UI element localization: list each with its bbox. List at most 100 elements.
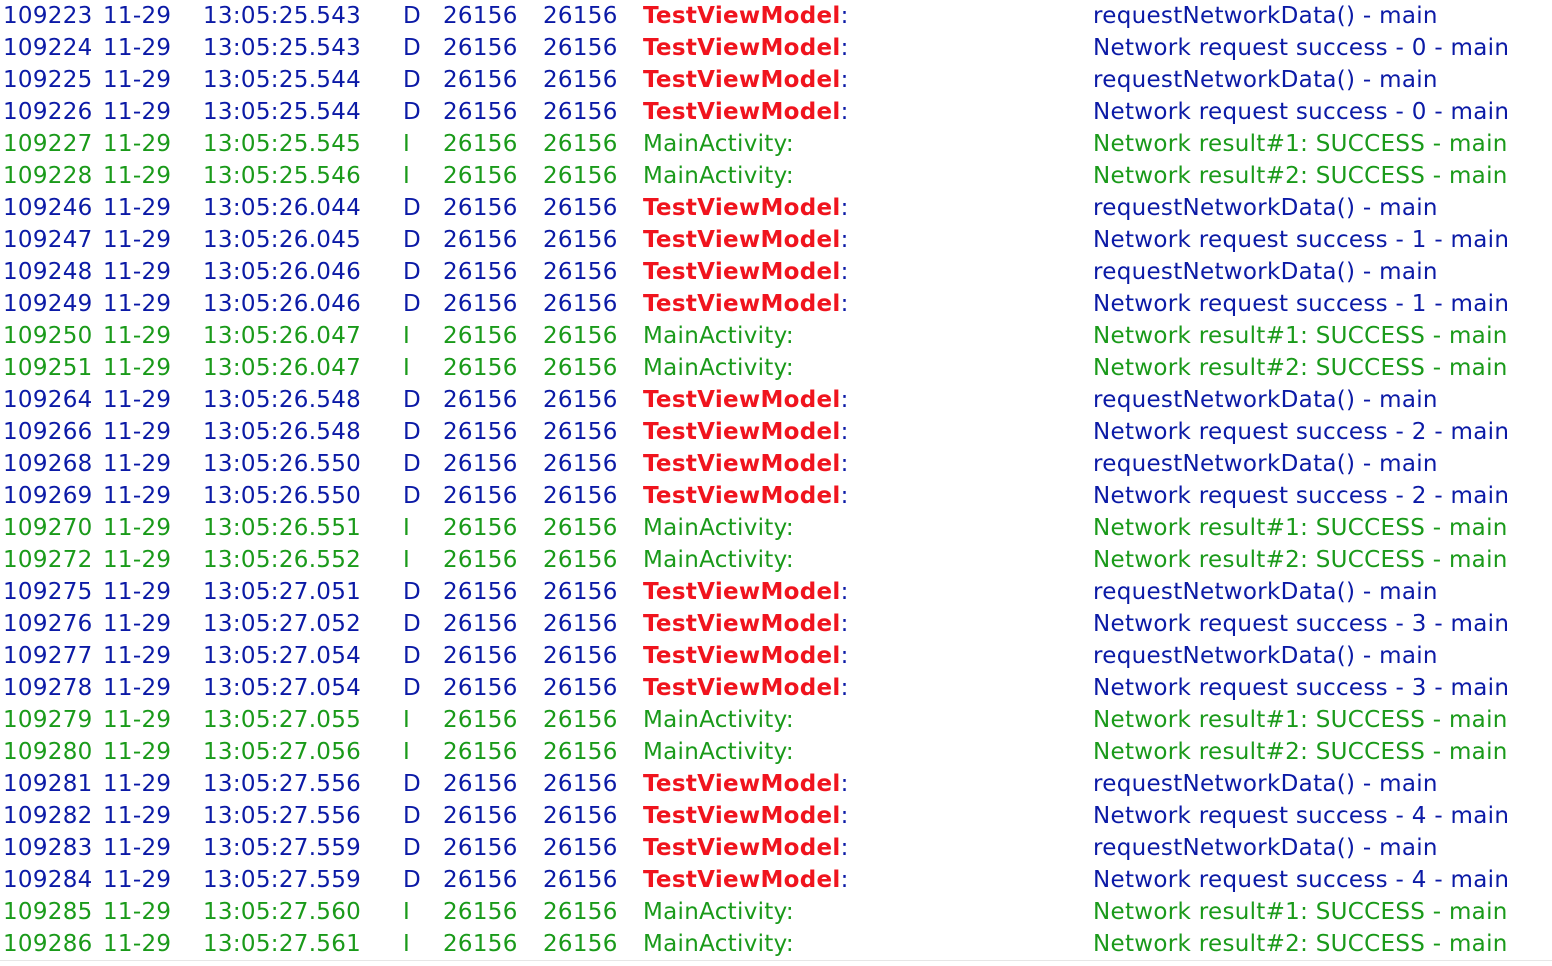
log-tag: MainActivity: <box>643 544 794 576</box>
log-level: D <box>403 643 422 669</box>
log-pid: 26156 <box>443 579 518 605</box>
log-tid: 26156 <box>543 259 618 285</box>
log-level: I <box>403 323 411 349</box>
log-time: 13:05:27.056 <box>203 739 362 765</box>
log-row[interactable]: 109275 11-29 13:05:27.051 D 26156 26156 TestVi… <box>0 576 1552 608</box>
logcat-output[interactable]: 109223 11-29 13:05:25.543 D 26156 26156 TestVi… <box>0 0 1552 960</box>
log-row[interactable]: 109268 11-29 13:05:26.550 D 26156 26156 TestVi… <box>0 448 1552 480</box>
log-id: 109225 <box>3 67 93 93</box>
log-date: 11-29 <box>103 35 172 61</box>
log-pid: 26156 <box>443 99 518 125</box>
log-id: 109270 <box>3 515 93 541</box>
log-tag: TestViewModel: <box>643 768 849 800</box>
log-row[interactable]: 109225 11-29 13:05:25.544 D 26156 26156 TestVi… <box>0 64 1552 96</box>
log-row[interactable]: 109224 11-29 13:05:25.543 D 26156 26156 TestVi… <box>0 32 1552 64</box>
log-tag-name: TestViewModel <box>643 643 841 669</box>
log-row[interactable]: 109264 11-29 13:05:26.548 D 26156 26156 TestVi… <box>0 384 1552 416</box>
log-row[interactable]: 109286 11-29 13:05:27.561 I 26156 26156 MainAc… <box>0 928 1552 960</box>
log-id: 109251 <box>3 355 93 381</box>
log-pid: 26156 <box>443 643 518 669</box>
log-row[interactable]: 109281 11-29 13:05:27.556 D 26156 26156 TestVi… <box>0 768 1552 800</box>
log-level: D <box>403 835 422 861</box>
log-message: Network request success - 2 - main <box>1093 483 1510 509</box>
log-row[interactable]: 109251 11-29 13:05:26.047 I 26156 26156 MainAc… <box>0 352 1552 384</box>
log-row[interactable]: 109250 11-29 13:05:26.047 I 26156 26156 MainAc… <box>0 320 1552 352</box>
log-row[interactable]: 109227 11-29 13:05:25.545 I 26156 26156 MainAc… <box>0 128 1552 160</box>
log-row[interactable]: 109277 11-29 13:05:27.054 D 26156 26156 TestVi… <box>0 640 1552 672</box>
log-tid: 26156 <box>543 803 618 829</box>
log-message: Network request success - 0 - main <box>1093 99 1510 125</box>
log-tid: 26156 <box>543 515 618 541</box>
log-row[interactable]: 109269 11-29 13:05:26.550 D 26156 26156 TestVi… <box>0 480 1552 512</box>
log-message: Network request success - 4 - main <box>1093 867 1510 893</box>
log-row[interactable]: 109248 11-29 13:05:26.046 D 26156 26156 TestVi… <box>0 256 1552 288</box>
log-date: 11-29 <box>103 483 172 509</box>
log-tag-separator: : <box>840 387 849 413</box>
log-tag-name: TestViewModel <box>643 675 841 701</box>
log-row[interactable]: 109266 11-29 13:05:26.548 D 26156 26156 TestVi… <box>0 416 1552 448</box>
log-tag-name: MainActivity <box>643 355 786 381</box>
log-row[interactable]: 109276 11-29 13:05:27.052 D 26156 26156 TestVi… <box>0 608 1552 640</box>
log-date: 11-29 <box>103 515 172 541</box>
log-message: requestNetworkData() - main <box>1093 195 1438 221</box>
log-tag: MainActivity: <box>643 352 794 384</box>
log-tag-name: TestViewModel <box>643 195 841 221</box>
log-id: 109277 <box>3 643 93 669</box>
log-date: 11-29 <box>103 707 172 733</box>
log-tag-name: MainActivity <box>643 931 786 957</box>
log-date: 11-29 <box>103 227 172 253</box>
log-tag-name: MainActivity <box>643 739 786 765</box>
log-pid: 26156 <box>443 131 518 157</box>
log-row[interactable]: 109278 11-29 13:05:27.054 D 26156 26156 TestVi… <box>0 672 1552 704</box>
log-row[interactable]: 109228 11-29 13:05:25.546 I 26156 26156 MainAc… <box>0 160 1552 192</box>
log-pid: 26156 <box>443 867 518 893</box>
log-row[interactable]: 109246 11-29 13:05:26.044 D 26156 26156 TestVi… <box>0 192 1552 224</box>
log-tag: MainActivity: <box>643 704 794 736</box>
log-id: 109268 <box>3 451 93 477</box>
log-row[interactable]: 109279 11-29 13:05:27.055 I 26156 26156 MainAc… <box>0 704 1552 736</box>
log-tid: 26156 <box>543 195 618 221</box>
log-row[interactable]: 109284 11-29 13:05:27.559 D 26156 26156 TestVi… <box>0 864 1552 896</box>
log-date: 11-29 <box>103 3 172 29</box>
log-row[interactable]: 109223 11-29 13:05:25.543 D 26156 26156 TestVi… <box>0 0 1552 32</box>
log-date: 11-29 <box>103 547 172 573</box>
log-tag-separator: : <box>785 739 794 765</box>
log-time: 13:05:26.045 <box>203 227 362 253</box>
log-date: 11-29 <box>103 739 172 765</box>
log-date: 11-29 <box>103 323 172 349</box>
log-level: D <box>403 195 422 221</box>
log-tag-name: TestViewModel <box>643 451 841 477</box>
log-tag-name: TestViewModel <box>643 579 841 605</box>
log-tag: TestViewModel: <box>643 192 849 224</box>
log-row[interactable]: 109272 11-29 13:05:26.552 I 26156 26156 MainAc… <box>0 544 1552 576</box>
log-row[interactable]: 109283 11-29 13:05:27.559 D 26156 26156 TestVi… <box>0 832 1552 864</box>
log-tid: 26156 <box>543 867 618 893</box>
log-tid: 26156 <box>543 67 618 93</box>
log-row[interactable]: 109226 11-29 13:05:25.544 D 26156 26156 TestVi… <box>0 96 1552 128</box>
log-tag-name: TestViewModel <box>643 835 841 861</box>
log-row[interactable]: 109282 11-29 13:05:27.556 D 26156 26156 TestVi… <box>0 800 1552 832</box>
log-row[interactable]: 109280 11-29 13:05:27.056 I 26156 26156 MainAc… <box>0 736 1552 768</box>
log-date: 11-29 <box>103 579 172 605</box>
log-message: Network result#1: SUCCESS - main <box>1093 131 1508 157</box>
log-date: 11-29 <box>103 643 172 669</box>
log-level: I <box>403 739 411 765</box>
log-message: requestNetworkData() - main <box>1093 835 1438 861</box>
log-tag-separator: : <box>785 515 794 541</box>
log-message: Network request success - 4 - main <box>1093 803 1510 829</box>
log-tag-separator: : <box>840 483 849 509</box>
log-time: 13:05:25.545 <box>203 131 362 157</box>
log-level: D <box>403 483 422 509</box>
log-level: D <box>403 579 422 605</box>
log-tag-name: TestViewModel <box>643 259 841 285</box>
log-pid: 26156 <box>443 323 518 349</box>
log-row[interactable]: 109247 11-29 13:05:26.045 D 26156 26156 TestVi… <box>0 224 1552 256</box>
log-row[interactable]: 109249 11-29 13:05:26.046 D 26156 26156 TestVi… <box>0 288 1552 320</box>
log-message: Network result#2: SUCCESS - main <box>1093 547 1508 573</box>
log-row[interactable]: 109270 11-29 13:05:26.551 I 26156 26156 MainAc… <box>0 512 1552 544</box>
log-tag-name: TestViewModel <box>643 771 841 797</box>
log-row[interactable]: 109285 11-29 13:05:27.560 I 26156 26156 MainAc… <box>0 896 1552 928</box>
log-pid: 26156 <box>443 547 518 573</box>
log-tag-separator: : <box>785 131 794 157</box>
log-time: 13:05:27.556 <box>203 803 362 829</box>
